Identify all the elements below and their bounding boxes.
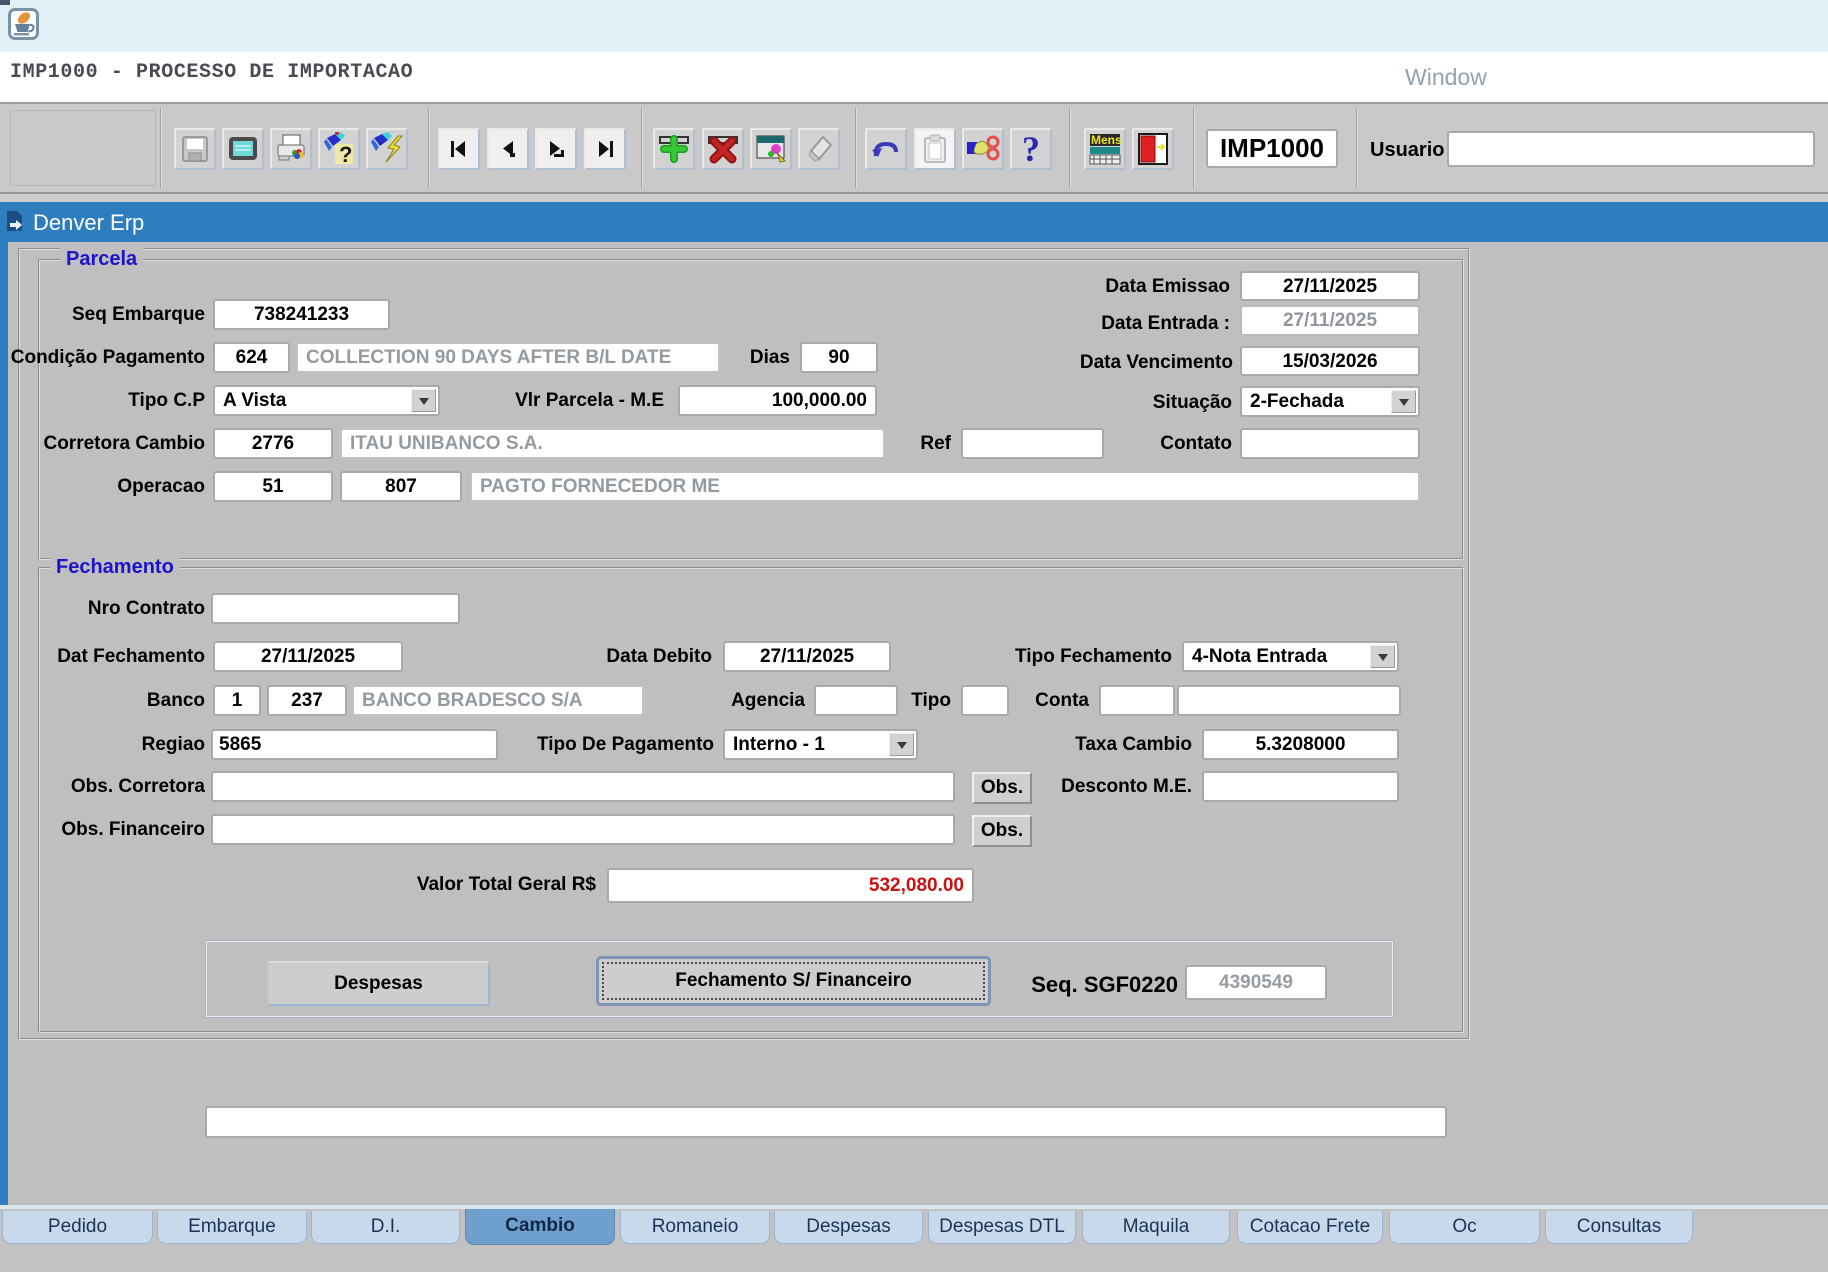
svg-text:?: ? (339, 142, 352, 166)
svg-text:Mens: Mens (1091, 133, 1122, 147)
